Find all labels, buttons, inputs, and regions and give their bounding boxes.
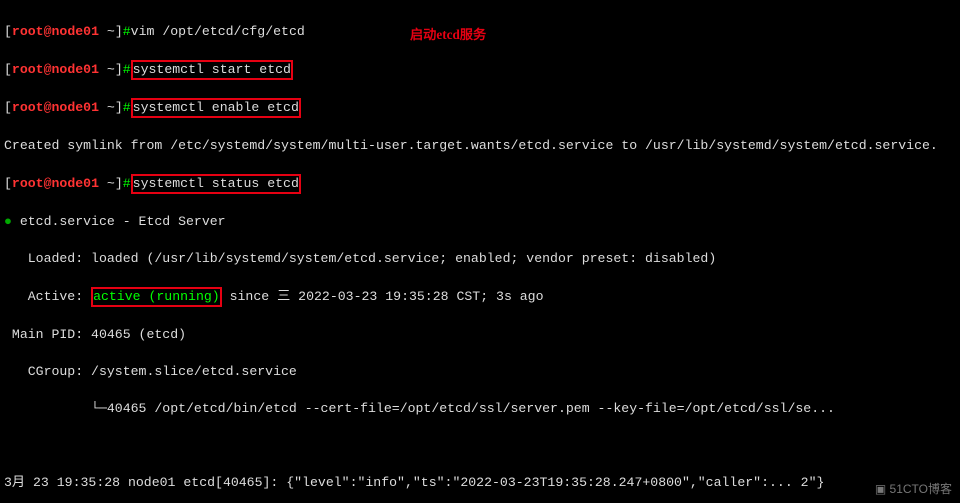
blank-line <box>4 437 956 456</box>
active-running: active (running) <box>93 289 220 304</box>
cmd-line-2: [root@node01 ~]#systemctl start etcd <box>4 60 956 80</box>
status-mainpid: Main PID: 40465 (etcd) <box>4 326 956 345</box>
prompt-host: node01 <box>52 24 99 39</box>
cmd-start: systemctl start etcd <box>133 62 291 77</box>
status-loaded: Loaded: loaded (/usr/lib/systemd/system/… <box>4 250 956 269</box>
status-cgroup-child: └─40465 /opt/etcd/bin/etcd --cert-file=/… <box>4 400 956 419</box>
cmd-status: systemctl status etcd <box>133 176 299 191</box>
terminal[interactable]: [root@node01 ~]#vim /opt/etcd/cfg/etcd [… <box>0 0 960 503</box>
cmd-line-3: [root@node01 ~]#systemctl enable etcd <box>4 98 956 118</box>
annotation-start-etcd: 启动etcd服务 <box>410 26 486 45</box>
log-line: 3月 23 19:35:28 node01 etcd[40465]: {"lev… <box>4 474 956 493</box>
cmd-line-4: [root@node01 ~]#systemctl status etcd <box>4 174 956 194</box>
cmd-vim: vim /opt/etcd/cfg/etcd <box>131 24 305 39</box>
cmd-enable: systemctl enable etcd <box>133 100 299 115</box>
status-title: ● etcd.service - Etcd Server <box>4 213 956 232</box>
status-cgroup: CGroup: /system.slice/etcd.service <box>4 363 956 382</box>
status-active: Active: active (running) since 三 2022-03… <box>4 287 956 307</box>
watermark: ▣ 51CTO博客 <box>875 480 952 499</box>
symlink-output: Created symlink from /etc/systemd/system… <box>4 137 956 156</box>
prompt-user: root <box>12 24 44 39</box>
